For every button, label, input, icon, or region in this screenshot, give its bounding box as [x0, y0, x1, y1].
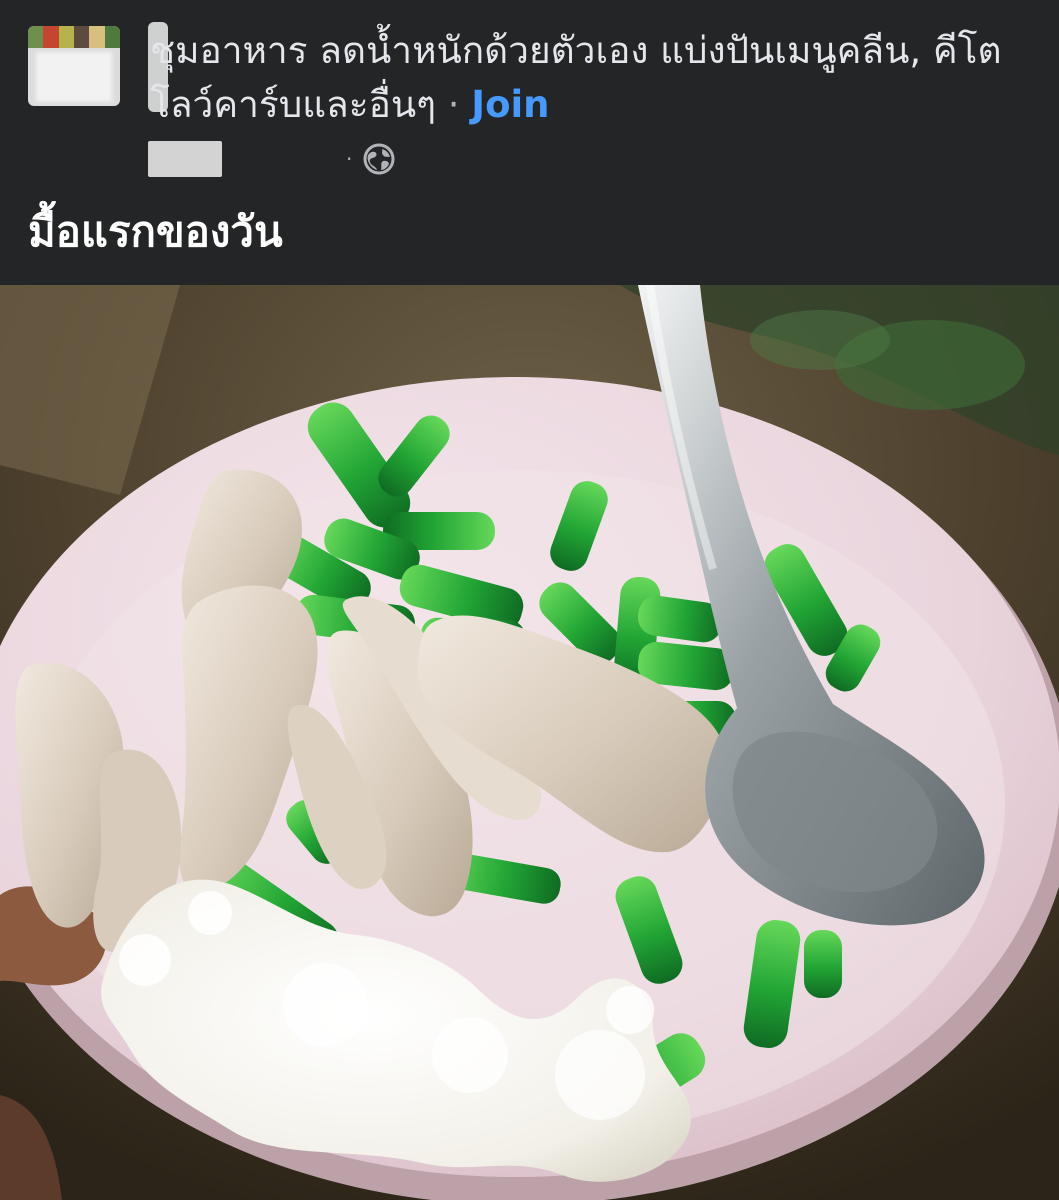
blurred-author-name	[148, 141, 222, 177]
group-title[interactable]: ชุมอาหาร ลดน้ำหนักด้วยตัวเอง แบ่งปันเมนู…	[150, 24, 1040, 132]
join-separator: ·	[436, 83, 472, 126]
food-plate-photo[interactable]	[0, 285, 1059, 1200]
post-caption: มื้อแรกของวัน	[28, 207, 283, 256]
join-button[interactable]: Join	[471, 83, 549, 126]
group-cover-colors	[28, 26, 120, 48]
post-header: ชุมอาหาร ลดน้ำหนักด้วยตัวเอง แบ่งปันเมนู…	[0, 0, 1059, 285]
blurred-cover-area	[36, 52, 112, 102]
green-leaves-small	[750, 310, 890, 370]
group-cover-thumbnail[interactable]	[28, 26, 120, 106]
facebook-group-post: ชุมอาหาร ลดน้ำหนักด้วยตัวเอง แบ่งปันเมนู…	[0, 0, 1059, 1200]
post-meta: ·	[148, 140, 396, 178]
meta-separator: ·	[346, 147, 353, 171]
group-title-text[interactable]: ชุมอาหาร ลดน้ำหนักด้วยตัวเอง แบ่งปันเมนู…	[150, 29, 1002, 126]
globe-icon	[363, 143, 395, 175]
